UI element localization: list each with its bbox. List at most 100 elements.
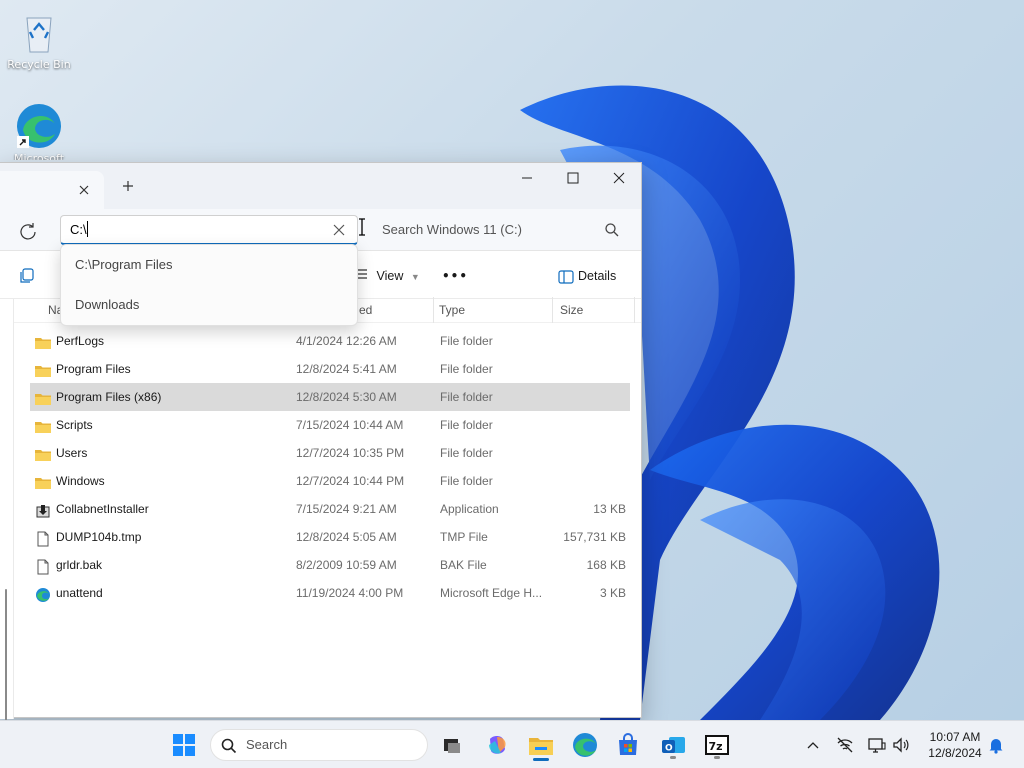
- suggestion-item[interactable]: C:\Program Files: [75, 255, 173, 275]
- file-date-modified: 11/19/2024 4:00 PM: [296, 586, 404, 600]
- folder-icon: [34, 417, 52, 433]
- file-row[interactable]: unattend 11/19/2024 4:00 PM Microsoft Edge…: [30, 579, 630, 607]
- copilot-icon[interactable]: [481, 729, 513, 761]
- details-pane-icon: [558, 269, 574, 291]
- file-name: PerfLogs: [56, 334, 105, 348]
- file-row[interactable]: Program Files 12/8/2024 5:41 AM File folde…: [30, 355, 630, 383]
- file-date-modified: 12/8/2024 5:41 AM: [296, 362, 397, 376]
- view-button[interactable]: View ▼: [355, 265, 420, 287]
- file-row[interactable]: CollabnetInstaller 7/15/2024 9:21 AM Appli…: [30, 495, 630, 523]
- chevron-down-icon: ▼: [410, 272, 420, 282]
- file-type: File folder: [440, 418, 493, 432]
- edge-icon[interactable]: [569, 729, 601, 761]
- file-type: File folder: [440, 390, 493, 404]
- view-label: View: [376, 269, 404, 283]
- taskbar-search[interactable]: Search: [210, 729, 428, 761]
- column-header-type[interactable]: Type: [439, 297, 465, 323]
- store-icon[interactable]: [612, 729, 644, 761]
- maximize-icon[interactable]: [550, 163, 596, 193]
- 7zip-icon[interactable]: 7z: [701, 729, 733, 761]
- file-icon: [34, 529, 52, 547]
- file-type: Application: [440, 502, 499, 516]
- column-divider[interactable]: [552, 297, 553, 323]
- svg-text:7z: 7z: [709, 740, 723, 753]
- task-view-icon[interactable]: [436, 729, 468, 761]
- file-name: Windows: [56, 474, 105, 488]
- folder-icon: [34, 473, 52, 489]
- file-row[interactable]: PerfLogs 4/1/2024 12:26 AM File folder: [30, 327, 630, 355]
- column-divider[interactable]: [634, 297, 635, 323]
- title-bar: [0, 163, 641, 209]
- file-type: TMP File: [440, 530, 488, 544]
- clock-time: 10:07 AM: [929, 730, 981, 744]
- running-indicator: [714, 756, 720, 759]
- file-row[interactable]: Scripts 7/15/2024 10:44 AM File folder: [30, 411, 630, 439]
- file-type: File folder: [440, 446, 493, 460]
- file-type: File folder: [440, 474, 493, 488]
- file-type: File folder: [440, 334, 493, 348]
- file-name: grldr.bak: [56, 558, 103, 572]
- file-type: Microsoft Edge H...: [440, 586, 543, 600]
- network-off-icon[interactable]: [835, 735, 855, 755]
- start-icon[interactable]: [168, 729, 200, 761]
- file-date-modified: 7/15/2024 10:44 AM: [296, 418, 404, 432]
- folder-icon: [34, 361, 52, 377]
- search-icon[interactable]: [604, 222, 620, 238]
- text-caret: [86, 221, 88, 237]
- file-row[interactable]: grldr.bak 8/2/2009 10:59 AM BAK File 168 KB: [30, 551, 630, 579]
- display-icon[interactable]: [867, 735, 887, 755]
- folder-search-input[interactable]: Search Windows 11 (C:): [370, 215, 632, 245]
- suggestion-item[interactable]: Downloads: [75, 295, 139, 315]
- installer-icon: [34, 501, 52, 518]
- address-input[interactable]: C:\: [60, 215, 358, 245]
- folder-icon: [34, 445, 52, 461]
- search-placeholder: Search Windows 11 (C:): [382, 222, 522, 237]
- bell-icon[interactable]: [986, 735, 1006, 755]
- file-name: Program Files: [56, 362, 131, 376]
- column-header-date-modified[interactable]: ed: [359, 297, 372, 323]
- desktop-icon-label: Recycle Bin: [7, 58, 71, 71]
- more-options-button[interactable]: •••: [442, 265, 468, 287]
- file-name: Program Files (x86): [56, 390, 162, 404]
- recycle-bin-icon: [15, 8, 63, 56]
- details-label: Details: [578, 269, 617, 283]
- chevron-up-icon[interactable]: [803, 735, 823, 755]
- file-row[interactable]: Windows 12/7/2024 10:44 PM File folder: [30, 467, 630, 495]
- details-button[interactable]: Details: [558, 265, 616, 287]
- file-list: PerfLogs 4/1/2024 12:26 AM File folder Prog…: [30, 327, 630, 607]
- address-suggestions: C:\Program Files Downloads: [60, 244, 358, 326]
- file-row[interactable]: Users 12/7/2024 10:35 PM File folder: [30, 439, 630, 467]
- close-icon[interactable]: [596, 163, 642, 193]
- folder-icon: [34, 333, 52, 349]
- desktop-icon-edge[interactable]: Microsoft Edge: [1, 102, 77, 160]
- desktop-icon-recycle-bin[interactable]: Recycle Bin: [1, 8, 77, 71]
- plus-icon[interactable]: [116, 176, 140, 196]
- edge-icon: [34, 585, 52, 602]
- column-divider[interactable]: [433, 297, 434, 323]
- file-date-modified: 4/1/2024 12:26 AM: [296, 334, 397, 348]
- column-header-size[interactable]: Size: [560, 297, 583, 323]
- system-clock[interactable]: 10:07 AM 12/8/2024: [916, 729, 994, 761]
- minimize-icon[interactable]: [504, 163, 550, 193]
- svg-text:O: O: [665, 744, 673, 754]
- file-date-modified: 7/15/2024 9:21 AM: [296, 502, 397, 516]
- navigation-pane: [0, 299, 14, 768]
- file-name: Users: [56, 446, 88, 460]
- copy-icon[interactable]: [18, 267, 36, 285]
- file-size: 13 KB: [593, 502, 626, 516]
- close-icon[interactable]: [74, 180, 94, 200]
- outlook-icon[interactable]: O: [657, 729, 689, 761]
- clock-date: 12/8/2024: [928, 746, 982, 760]
- tab-active[interactable]: [0, 171, 104, 209]
- desktop-icon-label: Microsoft Edge: [13, 152, 65, 160]
- edge-icon: [15, 102, 63, 150]
- file-row[interactable]: Program Files (x86) 12/8/2024 5:30 AM File…: [30, 383, 630, 411]
- file-size: 168 KB: [586, 558, 626, 572]
- address-value: C:\: [70, 222, 87, 237]
- file-row[interactable]: DUMP104b.tmp 12/8/2024 5:05 AM TMP File 157…: [30, 523, 630, 551]
- refresh-icon[interactable]: [14, 217, 42, 245]
- clear-icon[interactable]: [330, 221, 348, 239]
- volume-icon[interactable]: [891, 735, 911, 755]
- file-size: 3 KB: [599, 586, 626, 600]
- file-explorer-icon[interactable]: [525, 729, 557, 761]
